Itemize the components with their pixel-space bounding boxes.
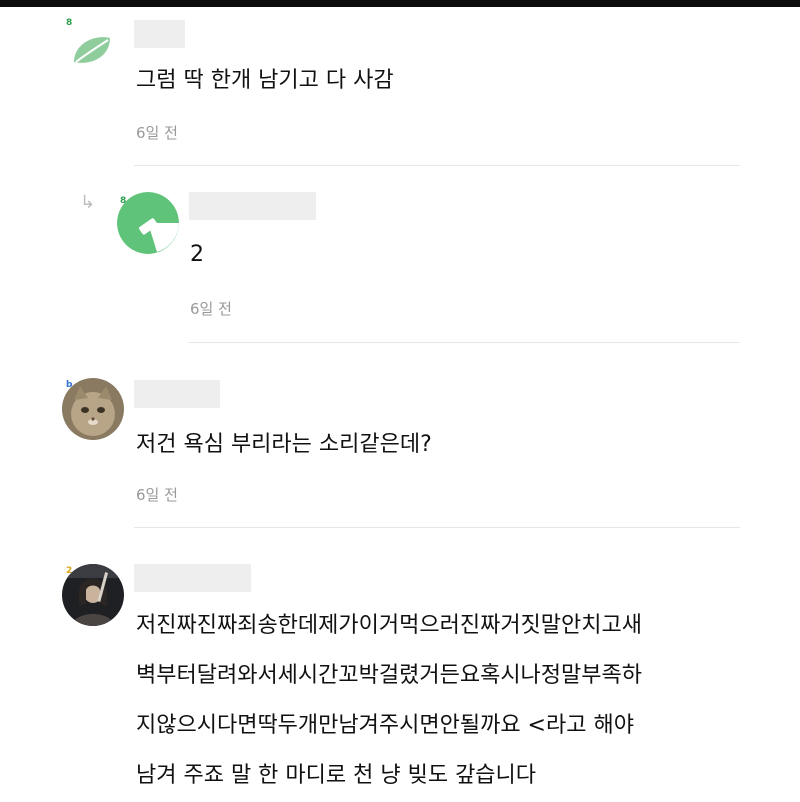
cat-photo[interactable] bbox=[62, 378, 124, 440]
divider bbox=[134, 165, 740, 166]
notched-circle-icon[interactable] bbox=[117, 192, 179, 254]
person-photo[interactable] bbox=[62, 564, 124, 626]
comment-text-line: 남겨 주죠 말 한 마디로 천 냥 빚도 갚습니다 bbox=[136, 763, 537, 788]
leaf-icon[interactable] bbox=[60, 22, 122, 84]
comment-text-line: 저진짜진짜죄송한데제가이거먹으러진짜거짓말안치고새 bbox=[136, 613, 643, 638]
top-status-bar bbox=[0, 0, 800, 7]
comment-time: 6일 전 bbox=[136, 124, 178, 142]
comment-text-line: 벽부터달려와서세시간꼬박걸렸거든요혹시나정말부족하 bbox=[136, 663, 643, 688]
divider bbox=[188, 342, 740, 343]
divider bbox=[134, 527, 740, 528]
author-name-redacted[interactable] bbox=[189, 192, 316, 220]
comment-time: 6일 전 bbox=[136, 486, 178, 504]
author-name-redacted[interactable] bbox=[134, 380, 220, 408]
comment-text: 그럼 딱 한개 남기고 다 사감 bbox=[136, 68, 394, 93]
comment-text-line: 지않으시다면딱두개만남겨주시면안될까요 <라고 해야 bbox=[136, 713, 634, 738]
reply-arrow-icon: ↳ bbox=[80, 192, 96, 213]
author-name-redacted[interactable] bbox=[134, 20, 185, 48]
comment-time: 6일 전 bbox=[190, 300, 232, 318]
author-name-redacted[interactable] bbox=[134, 564, 251, 592]
comment-text: 2 bbox=[190, 242, 204, 267]
comment-text: 저건 욕심 부리라는 소리같은데? bbox=[136, 432, 432, 457]
